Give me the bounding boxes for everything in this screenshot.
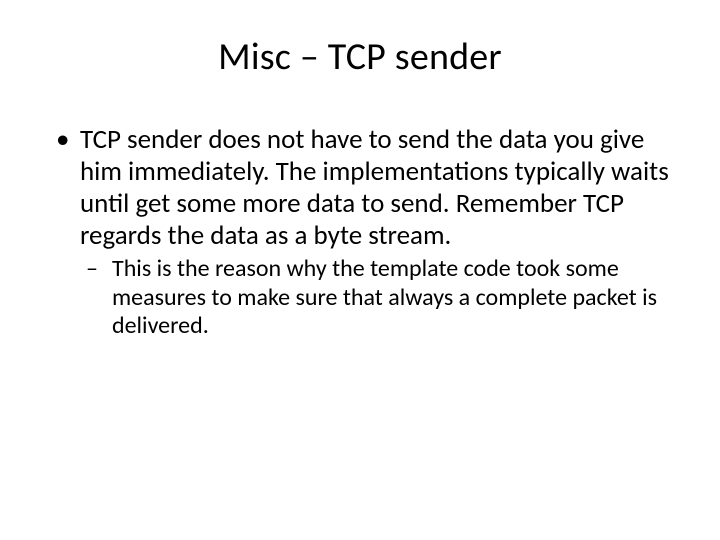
bullet-text: TCP sender does not have to send the dat…	[80, 123, 669, 252]
slide: Misc – TCP sender TCP sender does not ha…	[0, 0, 720, 540]
bullet-list-level-1: TCP sender does not have to send the dat…	[50, 124, 670, 340]
sub-bullet-item: This is the reason why the template code…	[80, 255, 670, 340]
slide-title: Misc – TCP sender	[40, 34, 680, 80]
sub-bullet-text: This is the reason why the template code…	[112, 254, 657, 340]
bullet-list-level-2: This is the reason why the template code…	[80, 255, 670, 340]
slide-content: TCP sender does not have to send the dat…	[40, 124, 680, 340]
bullet-item: TCP sender does not have to send the dat…	[50, 124, 670, 340]
